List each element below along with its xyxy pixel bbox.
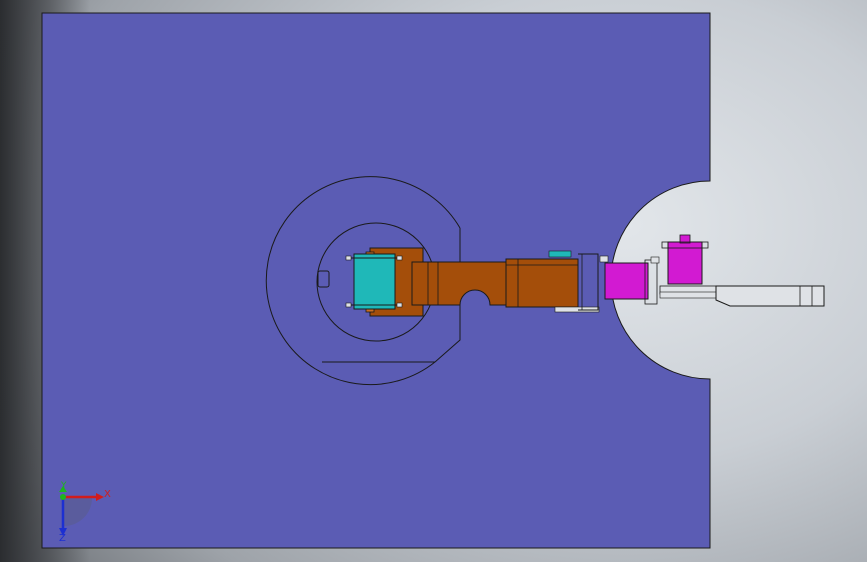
- triad-x-label: X: [104, 489, 111, 500]
- graphics-viewport[interactable]: X Y Z: [0, 0, 867, 562]
- arm-link-1[interactable]: [411, 261, 509, 306]
- plate-cutout: [611, 181, 867, 379]
- triad-z-label: Z: [59, 533, 66, 544]
- base-servo[interactable]: [353, 253, 396, 310]
- triad-y-label: Y: [60, 481, 67, 491]
- gripper-finger[interactable]: [715, 285, 825, 307]
- arm-link-2[interactable]: [505, 258, 579, 308]
- wrist-servo[interactable]: [604, 262, 649, 300]
